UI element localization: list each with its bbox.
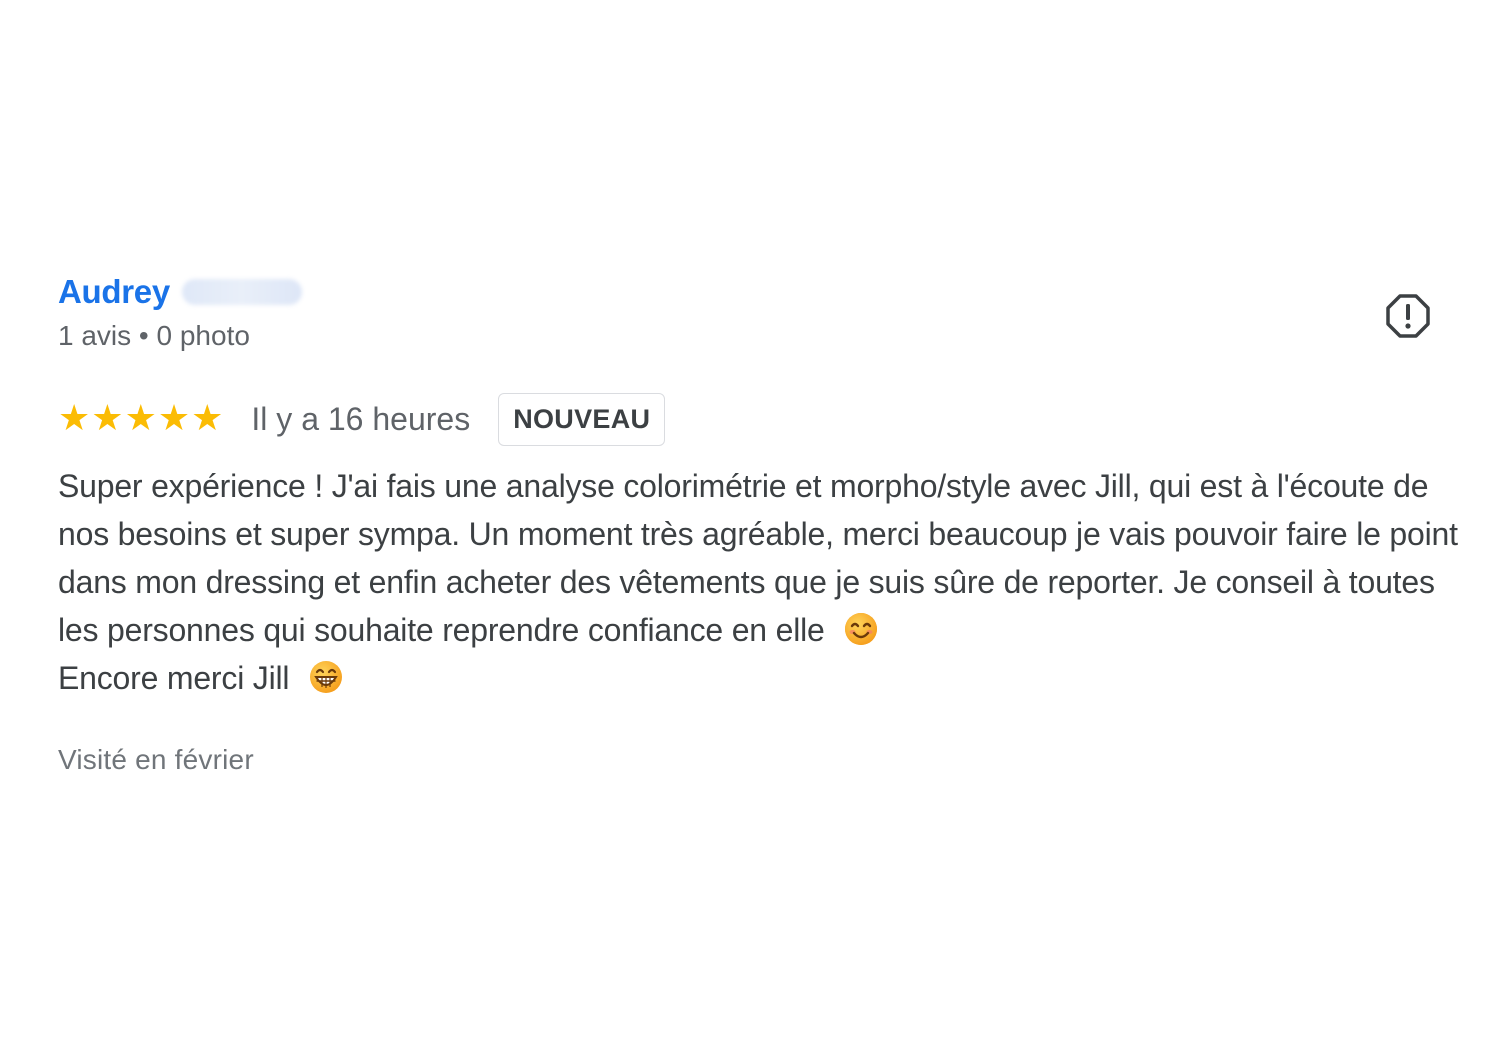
star-icon: ★ — [157, 398, 191, 439]
star-icon: ★ — [191, 398, 224, 439]
visit-info: Visité en février — [58, 744, 254, 775]
star-icon: ★ — [91, 398, 124, 439]
star-icon: ★ — [124, 398, 157, 439]
review-text: Super expérience ! J'ai fais une analyse… — [58, 462, 1458, 702]
rating-row: ★ ★ ★ ★ ★ Il y a 16 heures NOUVEAU — [58, 390, 1458, 448]
review-date: Il y a 16 heures — [251, 400, 471, 437]
reviewer-meta: 1 avis • 0 photo — [58, 320, 250, 351]
review-card: Audrey 1 avis • 0 photo ★ ★ ★ ★ ★ Il y a… — [58, 268, 1458, 776]
new-badge: NOUVEAU — [498, 392, 666, 446]
star-icon: ★ — [58, 398, 91, 439]
review-closing: Encore merci Jill — [58, 660, 290, 696]
review-body: Super expérience ! J'ai fais une analyse… — [58, 468, 1458, 648]
report-icon[interactable] — [1384, 292, 1432, 340]
reviewer-header: Audrey — [58, 268, 1458, 316]
star-rating: ★ ★ ★ ★ ★ — [58, 401, 223, 437]
redacted-surname — [181, 279, 302, 305]
grinning-face-icon — [310, 661, 343, 693]
smiling-face-icon — [845, 613, 878, 645]
reviewer-name-link[interactable]: Audrey — [58, 273, 170, 311]
